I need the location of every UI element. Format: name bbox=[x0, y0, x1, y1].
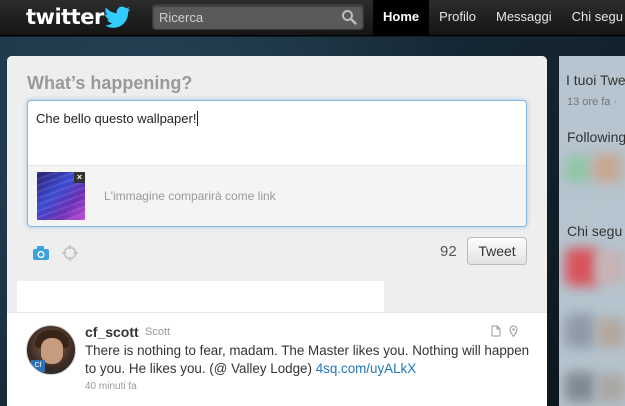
search-input[interactable] bbox=[159, 8, 339, 26]
avatar[interactable]: Cf bbox=[26, 325, 76, 375]
tweet-composer: What’s happening? Che bello questo wallp… bbox=[7, 56, 547, 312]
stream-item[interactable]: Cf cf_scott Scott There is nothing to fe… bbox=[7, 312, 547, 406]
top-nav: Home Profilo Messaggi Chi segu bbox=[373, 0, 625, 36]
following-heading[interactable]: Following bbox=[567, 129, 625, 145]
character-counter: 92 bbox=[440, 243, 457, 260]
attachment-thumbnail: × bbox=[37, 172, 85, 220]
dashboard-title[interactable]: I tuoi Twe bbox=[566, 72, 625, 88]
avatar-badge: Cf bbox=[31, 360, 45, 372]
tweet-timestamp[interactable]: 40 minuti fa bbox=[85, 381, 137, 392]
tweet-text-body: There is nothing to fear, madam. The Mas… bbox=[85, 343, 530, 376]
document-icon bbox=[491, 324, 501, 342]
suggestion-avatar[interactable] bbox=[565, 314, 595, 348]
search-box bbox=[152, 4, 364, 30]
divider bbox=[559, 204, 625, 205]
twitter-logo[interactable]: twitter bbox=[26, 3, 131, 31]
tweet-button[interactable]: Tweet bbox=[467, 237, 527, 265]
composer-divider bbox=[17, 281, 384, 312]
dashboard: I tuoi Twe 13 ore fa · Following Chi seg… bbox=[559, 56, 625, 406]
nav-profile[interactable]: Profilo bbox=[429, 0, 486, 36]
nav-messages[interactable]: Messaggi bbox=[486, 0, 562, 36]
tweet-screen-name[interactable]: cf_scott bbox=[85, 324, 139, 340]
suggestion-avatar[interactable] bbox=[597, 374, 625, 402]
logo-text: twitter bbox=[26, 5, 104, 29]
following-avatar[interactable] bbox=[593, 154, 621, 182]
composer-tools bbox=[31, 244, 79, 267]
image-attachment: × L'immagine comparirà come link bbox=[28, 165, 526, 226]
location-pin-icon bbox=[509, 324, 518, 342]
divider bbox=[559, 116, 625, 117]
search-icon[interactable] bbox=[341, 9, 357, 30]
attachment-label: L'immagine comparirà come link bbox=[104, 189, 276, 203]
suggestion-avatar[interactable] bbox=[597, 318, 625, 348]
top-bar: twitter Home Profilo Messaggi Chi segu bbox=[0, 0, 625, 36]
suggestion-avatar[interactable] bbox=[565, 372, 595, 402]
tweet-textarea[interactable]: Che bello questo wallpaper! × L'immagine… bbox=[27, 100, 527, 227]
composer-prompt: What’s happening? bbox=[27, 73, 193, 93]
tweet-full-name: Scott bbox=[145, 326, 171, 338]
nav-who-to-follow[interactable]: Chi segu bbox=[562, 0, 625, 36]
twitter-bird-icon bbox=[104, 6, 130, 28]
tweet-link[interactable]: 4sq.com/uyALkX bbox=[316, 361, 416, 376]
camera-icon[interactable] bbox=[31, 244, 51, 267]
main-content: What’s happening? Che bello questo wallp… bbox=[7, 56, 547, 406]
tweet-meta-icons bbox=[491, 324, 518, 342]
following-avatar[interactable] bbox=[565, 156, 591, 182]
suggestion-avatar[interactable] bbox=[565, 248, 599, 286]
who-to-follow-heading[interactable]: Chi segu bbox=[567, 223, 622, 239]
suggestion-avatar[interactable] bbox=[595, 250, 625, 284]
tweet-text[interactable]: Che bello questo wallpaper! bbox=[36, 111, 199, 126]
remove-attachment-icon[interactable]: × bbox=[74, 172, 85, 183]
location-crosshair-icon[interactable] bbox=[61, 244, 79, 267]
dashboard-subtitle: 13 ore fa · bbox=[567, 96, 618, 108]
nav-home[interactable]: Home bbox=[373, 0, 430, 36]
